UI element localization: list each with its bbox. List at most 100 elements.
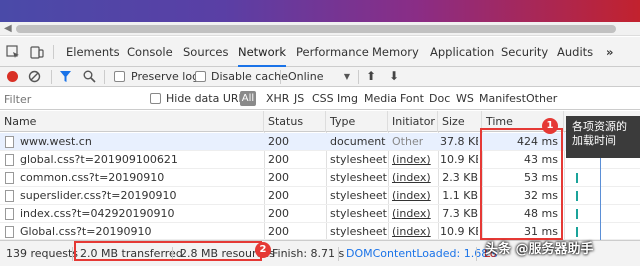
request-size: 2.3 KB [442, 171, 478, 184]
tab-elements[interactable]: Elements [66, 37, 120, 67]
column-header-type[interactable]: Type [326, 111, 388, 132]
column-header-size[interactable]: Size [438, 111, 482, 132]
request-size: 37.8 KB [440, 135, 478, 148]
status-separator [338, 247, 339, 261]
request-initiator-link[interactable]: (index) [392, 205, 431, 223]
tab-audits[interactable]: Audits [557, 37, 593, 67]
export-har-icon[interactable]: ⬇ [389, 69, 399, 83]
time-column-highlight [480, 128, 563, 240]
request-size: 1.1 KB [442, 189, 478, 202]
request-initiator-link[interactable]: (index) [392, 187, 431, 205]
request-type: stylesheet [330, 171, 387, 184]
document-file-icon [5, 136, 14, 148]
column-header-name[interactable]: Name [0, 111, 264, 132]
throttling-value: Online [288, 70, 324, 83]
request-name: index.css?t=042920190910 [20, 207, 175, 220]
disable-cache-label: Disable cache [211, 70, 288, 83]
annotation-tooltip: 各项资源的加载时间 [566, 116, 640, 158]
annotation-badge-1: 1 [542, 118, 558, 134]
request-initiator-link[interactable]: (index) [392, 223, 431, 241]
device-toolbar-icon[interactable] [30, 45, 44, 59]
filter-type-media[interactable]: Media [364, 92, 397, 105]
tab-memory[interactable]: Memory [372, 37, 419, 67]
network-toolbar: Preserve log Disable cache Online ▼ ⬆ ⬇ [0, 67, 640, 87]
preserve-log-label: Preserve log [131, 70, 200, 83]
request-name: www.west.cn [20, 135, 92, 148]
request-size: 7.3 KB [442, 207, 478, 220]
record-button[interactable] [7, 71, 18, 82]
request-status: 200 [268, 225, 289, 238]
finish-time: Finish: 8.71 s [272, 247, 345, 260]
tab-sources[interactable]: Sources [183, 37, 229, 67]
annotation-badge-2: 2 [255, 242, 271, 258]
waterfall-bar [576, 191, 578, 201]
tabbar-separator [53, 45, 54, 59]
request-status: 200 [268, 153, 289, 166]
filter-type-manifest[interactable]: Manifest [479, 92, 526, 105]
filter-type-doc[interactable]: Doc [429, 92, 450, 105]
throttling-select[interactable]: Online ▼ [284, 69, 354, 85]
tab-performance[interactable]: Performance [296, 37, 369, 67]
request-type: stylesheet [330, 189, 387, 202]
toolbar-separator [358, 70, 359, 84]
request-name: Global.css?t=20190910 [20, 225, 152, 238]
stylesheet-file-icon [5, 190, 14, 202]
devtools-tabbar: Elements Console Sources Network Perform… [0, 37, 640, 67]
column-header-initiator[interactable]: Initiator [388, 111, 438, 132]
filter-type-font[interactable]: Font [400, 92, 424, 105]
column-header-status[interactable]: Status [264, 111, 326, 132]
filter-type-xhr[interactable]: XHR [266, 92, 289, 105]
preserve-log-checkbox[interactable] [114, 71, 125, 82]
stylesheet-file-icon [5, 154, 14, 166]
tab-security[interactable]: Security [501, 37, 548, 67]
stylesheet-file-icon [5, 172, 14, 184]
chevron-down-icon: ▼ [343, 72, 350, 81]
request-type: stylesheet [330, 153, 387, 166]
filter-type-css[interactable]: CSS [312, 92, 334, 105]
request-status: 200 [268, 171, 289, 184]
browser-title-strip [0, 0, 640, 22]
dom-content-loaded-time: DOMContentLoaded: 1.68 s [346, 247, 498, 260]
tab-application[interactable]: Application [430, 37, 494, 67]
request-status: 200 [268, 207, 289, 220]
request-type: document [330, 135, 386, 148]
request-initiator: Other [392, 135, 424, 148]
status-separator [476, 247, 477, 261]
toolbar-separator [51, 70, 52, 84]
request-initiator-link[interactable]: (index) [392, 151, 431, 169]
disable-cache-checkbox[interactable] [195, 71, 206, 82]
tab-console[interactable]: Console [127, 37, 173, 67]
stylesheet-file-icon [5, 226, 14, 238]
waterfall-bar [576, 173, 578, 183]
request-count: 139 requests [6, 247, 79, 260]
hide-data-urls-label: Hide data URLs [166, 92, 251, 105]
request-status: 200 [268, 189, 289, 202]
clear-icon[interactable] [28, 70, 41, 83]
request-status: 200 [268, 135, 289, 148]
import-har-icon[interactable]: ⬆ [366, 69, 376, 83]
filter-icon[interactable] [59, 70, 72, 83]
filter-type-js[interactable]: JS [294, 92, 304, 105]
scrollbar-thumb[interactable] [16, 25, 616, 33]
request-initiator-link[interactable]: (index) [392, 169, 431, 187]
request-size: 10.9 KB [440, 153, 478, 166]
search-icon[interactable] [83, 70, 96, 83]
inspect-element-icon[interactable] [6, 45, 20, 59]
more-tabs-icon[interactable]: » [606, 37, 613, 67]
request-name: common.css?t=20190910 [20, 171, 165, 184]
request-size: 10.9 KB [440, 225, 478, 238]
hide-data-urls-checkbox[interactable] [150, 93, 161, 104]
request-type: stylesheet [330, 207, 387, 220]
stylesheet-file-icon [5, 208, 14, 220]
page-horizontal-scrollbar[interactable]: ◀ [0, 22, 640, 36]
filter-input[interactable] [4, 92, 139, 106]
tab-network[interactable]: Network [238, 37, 287, 67]
scroll-left-arrow-icon[interactable]: ◀ [4, 23, 12, 34]
waterfall-bar [576, 209, 578, 219]
request-type: stylesheet [330, 225, 387, 238]
filter-type-img[interactable]: Img [337, 92, 358, 105]
filter-type-other[interactable]: Other [526, 92, 557, 105]
waterfall-bar [576, 227, 578, 237]
filter-type-all[interactable]: All [240, 91, 256, 106]
filter-type-ws[interactable]: WS [456, 92, 474, 105]
